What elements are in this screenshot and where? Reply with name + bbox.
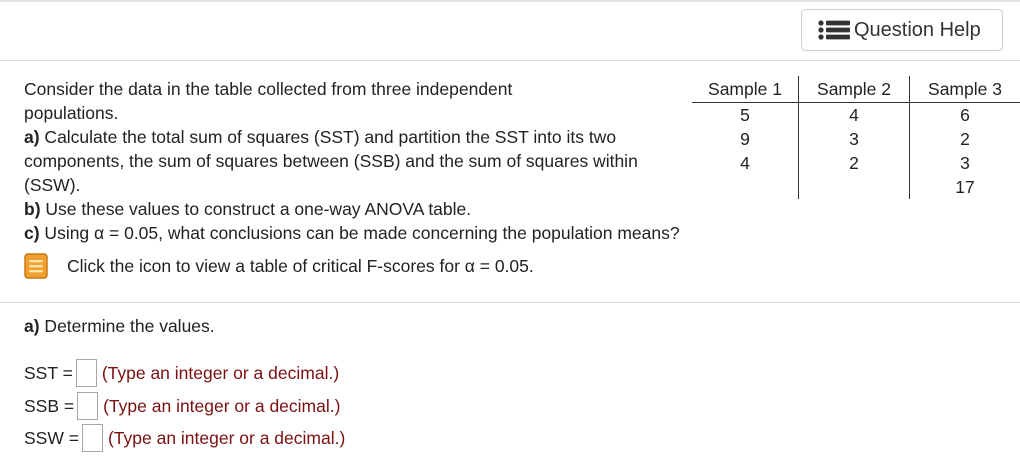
critical-f-note: Click the icon to view a table of critic… <box>24 253 784 279</box>
list-icon <box>818 20 850 40</box>
part-a-prefix: a) <box>24 127 40 147</box>
table-cell: 6 <box>960 104 970 125</box>
question-help-label: Question Help <box>854 18 981 41</box>
table-cell: 3 <box>798 127 910 151</box>
question-help-button[interactable]: Question Help <box>801 9 1003 51</box>
problem-part-c: c) Using α = 0.05, what conclusions can … <box>24 221 784 245</box>
ssw-row: SSW = (Type an integer or a decimal.) <box>24 424 346 452</box>
table-header-sample-2: Sample 2 <box>798 76 910 103</box>
table-cell <box>798 175 910 199</box>
sst-hint: (Type an integer or a decimal.) <box>101 362 340 383</box>
ssw-hint: (Type an integer or a decimal.) <box>107 427 346 448</box>
sst-input[interactable] <box>75 359 97 387</box>
problem-part-a: a) Calculate the total sum of squares (S… <box>24 125 644 197</box>
sst-row: SST = (Type an integer or a decimal.) <box>24 359 340 387</box>
ssb-row: SSB = (Type an integer or a decimal.) <box>24 392 341 420</box>
table-row: 17 <box>692 175 1020 199</box>
part-a-text: Calculate the total sum of squares (SST)… <box>24 127 638 195</box>
book-icon[interactable] <box>24 253 48 279</box>
table-cell <box>692 175 799 199</box>
problem-intro: Consider the data in the table collected… <box>24 79 513 123</box>
part-c-text: Using α = 0.05, what conclusions can be … <box>39 223 680 243</box>
answer-heading: a) Determine the values. <box>24 314 215 338</box>
critical-f-note-text: Click the icon to view a table of critic… <box>67 256 534 276</box>
part-b-text: Use these values to construct a one-way … <box>40 199 472 219</box>
table-cell: 9 <box>692 127 799 151</box>
part-c-prefix: c) <box>24 223 40 243</box>
table-cell: 2 <box>798 151 910 175</box>
ssb-input[interactable] <box>77 392 99 420</box>
top-rule <box>0 0 1020 2</box>
part-b-prefix: b) <box>24 199 41 219</box>
table-cell: 17 <box>955 176 975 197</box>
answer-heading-text: Determine the values. <box>39 316 215 336</box>
table-cell: 3 <box>960 152 970 173</box>
table-row: 9 3 2 <box>692 127 1020 151</box>
ssw-label: SSW = <box>24 427 79 448</box>
ssw-input[interactable] <box>81 424 103 452</box>
problem-part-b: b) Use these values to construct a one-w… <box>24 197 784 221</box>
table-row: 4 2 3 <box>692 151 1020 175</box>
section-divider <box>0 302 1020 303</box>
table-cell: 4 <box>798 102 910 127</box>
table-cell: 4 <box>692 151 799 175</box>
table-header-sample-1: Sample 1 <box>692 76 799 103</box>
table-cell: 2 <box>960 128 970 149</box>
answer-section: a) Determine the values. SST = (Type an … <box>24 314 345 452</box>
table-row: 5 4 6 <box>692 102 1020 127</box>
problem-statement: Consider the data in the table collected… <box>24 77 784 279</box>
table-header-sample-3: Sample 3 <box>909 76 1020 103</box>
table-cell: 5 <box>692 102 799 127</box>
ssb-hint: (Type an integer or a decimal.) <box>103 395 341 416</box>
sst-label: SST = <box>24 362 73 383</box>
header-divider <box>0 60 1020 61</box>
answer-heading-prefix: a) <box>24 316 40 336</box>
table-header-row: Sample 1 Sample 2 Sample 3 <box>692 76 1020 103</box>
ssb-label: SSB = <box>24 395 75 416</box>
data-table: Sample 1 Sample 2 Sample 3 5 4 6 9 3 2 4… <box>692 76 1020 199</box>
